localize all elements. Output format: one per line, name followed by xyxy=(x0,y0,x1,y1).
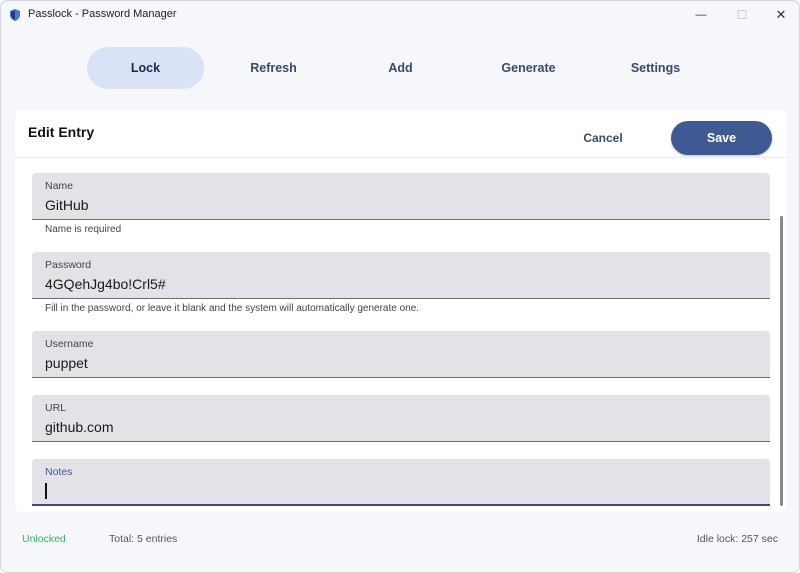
form-scrollbar[interactable] xyxy=(780,216,783,506)
name-label: Name xyxy=(45,180,74,192)
save-button[interactable]: Save xyxy=(671,121,772,155)
password-helper-text: Fill in the password, or leave it blank … xyxy=(45,303,420,314)
edit-entry-card: Edit Entry Cancel Save Name GitHub Name … xyxy=(15,109,787,512)
name-field[interactable]: Name GitHub xyxy=(32,173,770,220)
password-input[interactable]: 4GQehJg4bo!Crl5# xyxy=(45,276,166,292)
generate-button[interactable]: Generate xyxy=(470,47,587,89)
notes-label: Notes xyxy=(45,466,73,478)
cancel-button[interactable]: Cancel xyxy=(573,125,633,151)
refresh-button[interactable]: Refresh xyxy=(215,47,332,89)
url-label: URL xyxy=(45,402,67,414)
close-icon: ✕ xyxy=(775,7,787,22)
lock-button[interactable]: Lock xyxy=(87,47,204,89)
minimize-icon: — xyxy=(695,9,707,21)
entry-form: Name GitHub Name is required Password 4G… xyxy=(15,157,787,512)
name-input[interactable]: GitHub xyxy=(45,197,89,213)
username-input[interactable]: puppet xyxy=(45,355,88,371)
maximize-button[interactable]: ☐ xyxy=(722,1,762,29)
idle-lock-timer: Idle lock: 257 sec xyxy=(696,533,778,545)
notes-field[interactable]: Notes xyxy=(32,459,770,506)
lock-status: Unlocked xyxy=(22,533,66,545)
text-caret xyxy=(45,483,47,499)
username-field[interactable]: Username puppet xyxy=(32,331,770,378)
url-field[interactable]: URL github.com xyxy=(32,395,770,442)
minimize-button[interactable]: — xyxy=(681,1,721,29)
name-helper-text: Name is required xyxy=(45,224,122,235)
app-logo-icon xyxy=(10,9,20,21)
app-window: Passlock - Password Manager — ☐ ✕ Lock R… xyxy=(0,0,800,573)
username-label: Username xyxy=(45,338,94,350)
password-field[interactable]: Password 4GQehJg4bo!Crl5# xyxy=(32,252,770,299)
close-button[interactable]: ✕ xyxy=(761,1,799,29)
title-bar: Passlock - Password Manager — ☐ ✕ xyxy=(1,1,799,29)
url-input[interactable]: github.com xyxy=(45,419,113,435)
settings-button[interactable]: Settings xyxy=(597,47,714,89)
add-button[interactable]: Add xyxy=(342,47,459,89)
maximize-icon: ☐ xyxy=(736,8,748,22)
password-label: Password xyxy=(45,259,92,271)
entry-count: Total: 5 entries xyxy=(109,533,178,545)
main-toolbar: Lock Refresh Add Generate Settings xyxy=(1,45,799,91)
card-title: Edit Entry xyxy=(28,124,95,140)
window-title: Passlock - Password Manager xyxy=(28,8,177,20)
